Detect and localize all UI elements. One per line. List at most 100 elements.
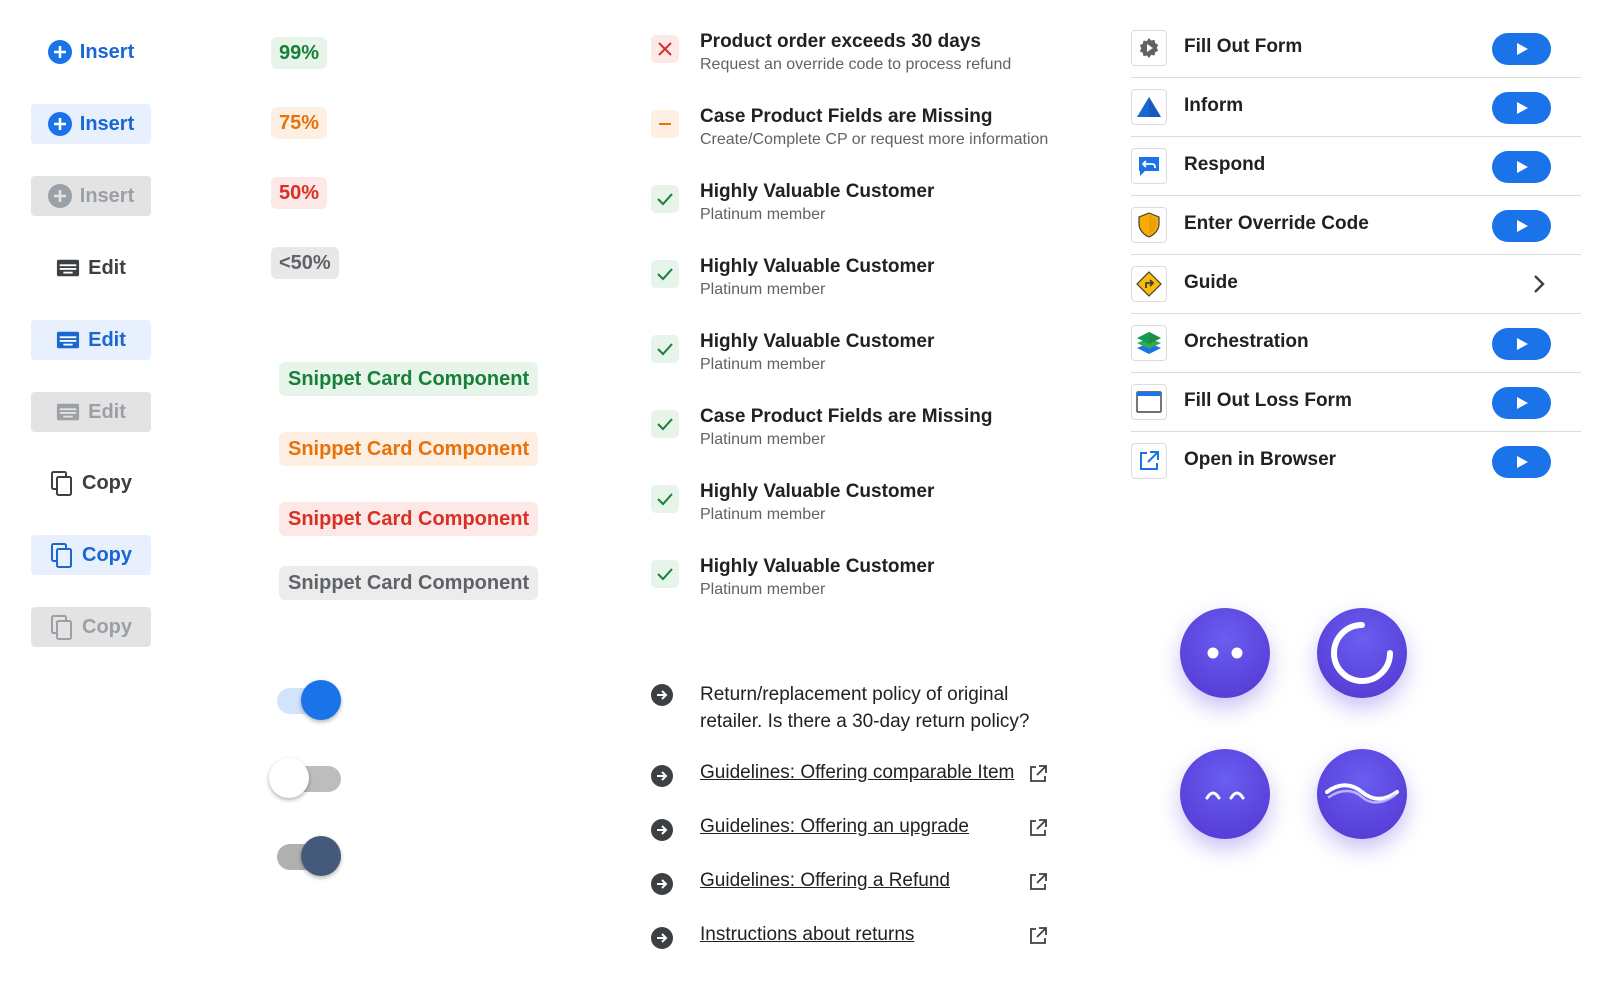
action-item-respond[interactable]: Respond: [1131, 137, 1581, 196]
play-button[interactable]: [1492, 151, 1551, 183]
copy-icon: [50, 471, 74, 496]
guideline-link[interactable]: Instructions about returns: [700, 924, 914, 946]
snippet-card[interactable]: Snippet Card Component: [279, 432, 539, 466]
percentage-badge: 50%: [271, 177, 328, 209]
action-label: Guide: [1184, 272, 1238, 293]
action-label: Inform: [1184, 95, 1244, 116]
status-item: Case Product Fields are Missing Create/C…: [651, 106, 1091, 162]
insert-label: Insert: [79, 184, 135, 207]
play-button[interactable]: [1492, 92, 1551, 124]
open-external-icon[interactable]: [1029, 819, 1047, 837]
toggle-switch-on-blue[interactable]: [275, 680, 345, 720]
layers-icon: [1131, 325, 1167, 361]
status-subtitle: Platinum member: [700, 356, 826, 373]
shield-icon: [1131, 207, 1167, 243]
open-external-icon[interactable]: [1029, 765, 1047, 783]
play-icon: [1516, 161, 1528, 173]
open-external-icon[interactable]: [1029, 873, 1047, 891]
check-icon: [651, 185, 679, 213]
policy-question-text: Return/replacement policy of original re…: [700, 684, 1030, 732]
turn-sign-icon: [1131, 266, 1167, 302]
copy-button-disabled[interactable]: Copy: [31, 607, 151, 647]
assistant-avatar-speaking[interactable]: [1317, 749, 1407, 839]
status-subtitle: Request an override code to process refu…: [700, 56, 1012, 73]
guideline-link[interactable]: Guidelines: Offering an upgrade: [700, 816, 969, 838]
play-button[interactable]: [1492, 328, 1551, 360]
assistant-avatar-idle[interactable]: [1180, 608, 1270, 698]
toggle-knob: [301, 836, 341, 876]
check-icon: [651, 260, 679, 288]
action-item-guide[interactable]: Guide: [1131, 255, 1581, 314]
copy-label: Copy: [82, 543, 132, 566]
percentage-badge: <50%: [271, 247, 339, 279]
play-button[interactable]: [1492, 210, 1551, 242]
status-title: Case Product Fields are Missing: [700, 406, 993, 427]
edit-button-active[interactable]: Edit: [31, 320, 151, 360]
reply-chat-icon: [1131, 148, 1167, 184]
snippet-card[interactable]: Snippet Card Component: [279, 566, 539, 600]
edit-label: Edit: [88, 328, 126, 351]
action-item-inform[interactable]: Inform: [1131, 78, 1581, 137]
insert-label: Insert: [79, 112, 135, 135]
copy-label: Copy: [82, 471, 132, 494]
assistant-avatar-happy[interactable]: [1180, 749, 1270, 839]
gear-play-icon: [1131, 30, 1167, 66]
arrow-right-icon: [651, 927, 673, 949]
action-item-fill-out-form[interactable]: Fill Out Form: [1131, 19, 1581, 78]
guideline-link[interactable]: Guidelines: Offering comparable Item: [700, 762, 1014, 784]
status-title: Highly Valuable Customer: [700, 481, 935, 502]
status-item: Highly Valuable Customer Platinum member: [651, 181, 1091, 237]
status-title: Case Product Fields are Missing: [700, 106, 993, 127]
spinner-icon: [1331, 622, 1393, 684]
play-button[interactable]: [1492, 387, 1551, 419]
edit-label: Edit: [88, 400, 126, 423]
chevron-right-icon[interactable]: [1528, 273, 1550, 295]
window-icon: [1131, 384, 1167, 420]
edit-label: Edit: [88, 256, 126, 279]
status-subtitle: Platinum member: [700, 506, 826, 523]
arrow-right-icon: [651, 765, 673, 787]
action-label: Enter Override Code: [1184, 213, 1369, 234]
insert-button-disabled[interactable]: Insert: [31, 176, 151, 216]
assistant-avatar-loading[interactable]: [1317, 608, 1407, 698]
open-external-icon: [1131, 443, 1167, 479]
action-item-enter-override-code[interactable]: Enter Override Code: [1131, 196, 1581, 255]
play-icon: [1516, 220, 1528, 232]
play-icon: [1516, 43, 1528, 55]
action-label: Fill Out Loss Form: [1184, 390, 1352, 411]
copy-button[interactable]: Copy: [31, 463, 151, 503]
copy-icon: [50, 543, 74, 568]
wave-icon: [1325, 783, 1399, 804]
edit-button-disabled[interactable]: Edit: [31, 392, 151, 432]
insert-button-active[interactable]: Insert: [31, 104, 151, 144]
percentage-badge: 75%: [271, 107, 328, 139]
plus-circle-icon: [47, 184, 72, 208]
guideline-link[interactable]: Guidelines: Offering a Refund: [700, 870, 950, 892]
status-title: Highly Valuable Customer: [700, 556, 935, 577]
action-item-fill-out-loss-form[interactable]: Fill Out Loss Form: [1131, 373, 1581, 432]
percentage-badge: 99%: [271, 37, 328, 69]
toggle-switch-on-dark[interactable]: [275, 836, 345, 876]
status-title: Product order exceeds 30 days: [700, 31, 981, 52]
action-item-orchestration[interactable]: Orchestration: [1131, 314, 1581, 373]
toggle-switch-off[interactable]: [269, 758, 345, 798]
plus-circle-icon: [47, 112, 72, 136]
play-icon: [1516, 102, 1528, 114]
action-label: Respond: [1184, 154, 1266, 175]
action-label: Open in Browser: [1184, 449, 1337, 470]
snippet-card[interactable]: Snippet Card Component: [279, 502, 539, 536]
copy-label: Copy: [82, 615, 132, 638]
action-item-open-in-browser[interactable]: Open in Browser: [1131, 432, 1581, 491]
snippet-card[interactable]: Snippet Card Component: [279, 362, 539, 396]
copy-button-active[interactable]: Copy: [31, 535, 151, 575]
edit-button[interactable]: Edit: [31, 248, 151, 288]
insert-button[interactable]: Insert: [31, 32, 151, 72]
status-title: Highly Valuable Customer: [700, 256, 935, 277]
plus-circle-icon: [47, 40, 72, 64]
play-icon: [1516, 338, 1528, 350]
close-icon: [651, 35, 679, 63]
play-button[interactable]: [1492, 446, 1551, 478]
keyboard-icon: [56, 256, 80, 280]
open-external-icon[interactable]: [1029, 927, 1047, 945]
play-button[interactable]: [1492, 33, 1551, 65]
